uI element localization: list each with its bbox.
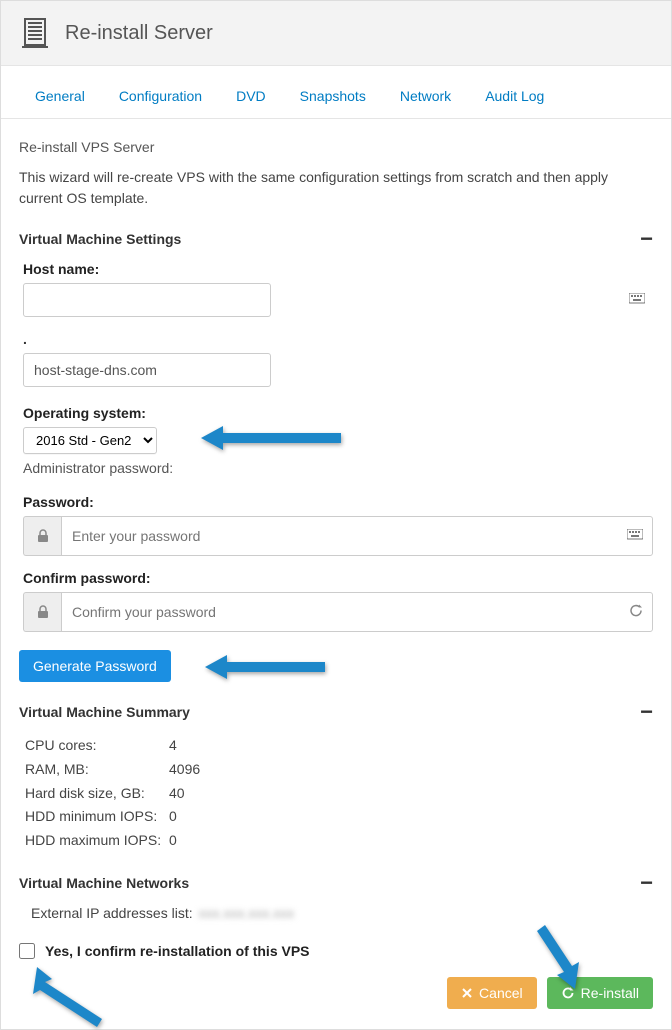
vm-summary-heading: Virtual Machine Summary − xyxy=(19,704,653,720)
vm-summary-table: CPU cores:4 RAM, MB:4096 Hard disk size,… xyxy=(25,734,653,853)
hostname-label: Host name: xyxy=(23,261,653,277)
collapse-icon[interactable]: − xyxy=(640,707,653,717)
os-select[interactable]: 2016 Std - Gen2 xyxy=(23,427,157,454)
tab-audit-log[interactable]: Audit Log xyxy=(485,88,544,104)
refresh-icon xyxy=(561,986,575,1000)
ext-ip-label: External IP addresses list: xyxy=(31,905,193,921)
close-icon xyxy=(461,987,473,999)
dns-suffix-input[interactable] xyxy=(23,353,271,387)
tab-general[interactable]: General xyxy=(35,88,85,104)
vm-networks-heading-label: Virtual Machine Networks xyxy=(19,875,189,891)
vm-networks-heading: Virtual Machine Networks − xyxy=(19,875,653,891)
description: This wizard will re-create VPS with the … xyxy=(19,167,653,209)
page-title: Re-install Server xyxy=(65,22,213,45)
tab-dvd[interactable]: DVD xyxy=(236,88,266,104)
vm-settings-heading-label: Virtual Machine Settings xyxy=(19,231,181,247)
confirm-password-input[interactable] xyxy=(61,592,653,632)
tab-network[interactable]: Network xyxy=(400,88,451,104)
refresh-icon xyxy=(629,604,643,621)
password-label: Password: xyxy=(23,494,653,510)
table-row: HDD minimum IOPS:0 xyxy=(25,805,653,829)
keyboard-icon xyxy=(629,292,645,308)
table-row: RAM, MB:4096 xyxy=(25,758,653,782)
server-icon xyxy=(19,17,51,49)
generate-password-button[interactable]: Generate Password xyxy=(19,650,171,682)
collapse-icon[interactable]: − xyxy=(640,878,653,888)
subtitle: Re-install VPS Server xyxy=(19,139,653,155)
collapse-icon[interactable]: − xyxy=(640,234,653,244)
dns-dot-label: . xyxy=(23,331,653,347)
table-row: Hard disk size, GB:40 xyxy=(25,782,653,806)
hostname-input[interactable] xyxy=(23,283,271,317)
reinstall-button[interactable]: Re-install xyxy=(547,977,653,1009)
tab-snapshots[interactable]: Snapshots xyxy=(300,88,366,104)
table-row: CPU cores:4 xyxy=(25,734,653,758)
password-input[interactable] xyxy=(61,516,653,556)
tabs-bar: General Configuration DVD Snapshots Netw… xyxy=(1,66,671,119)
table-row: HDD maximum IOPS:0 xyxy=(25,829,653,853)
lock-icon xyxy=(23,516,61,556)
ext-ip-value: xxx.xxx.xxx.xxx xyxy=(199,905,295,921)
confirm-checkbox[interactable] xyxy=(19,943,35,959)
page-header: Re-install Server xyxy=(1,1,671,66)
admin-password-note: Administrator password: xyxy=(23,460,653,476)
confirm-password-label: Confirm password: xyxy=(23,570,653,586)
os-label: Operating system: xyxy=(23,405,653,421)
cancel-button[interactable]: Cancel xyxy=(447,977,537,1009)
vm-summary-heading-label: Virtual Machine Summary xyxy=(19,704,190,720)
lock-icon xyxy=(23,592,61,632)
vm-settings-heading: Virtual Machine Settings − xyxy=(19,231,653,247)
tab-configuration[interactable]: Configuration xyxy=(119,88,202,104)
confirm-label: Yes, I confirm re-installation of this V… xyxy=(45,943,310,959)
keyboard-icon xyxy=(627,528,643,544)
